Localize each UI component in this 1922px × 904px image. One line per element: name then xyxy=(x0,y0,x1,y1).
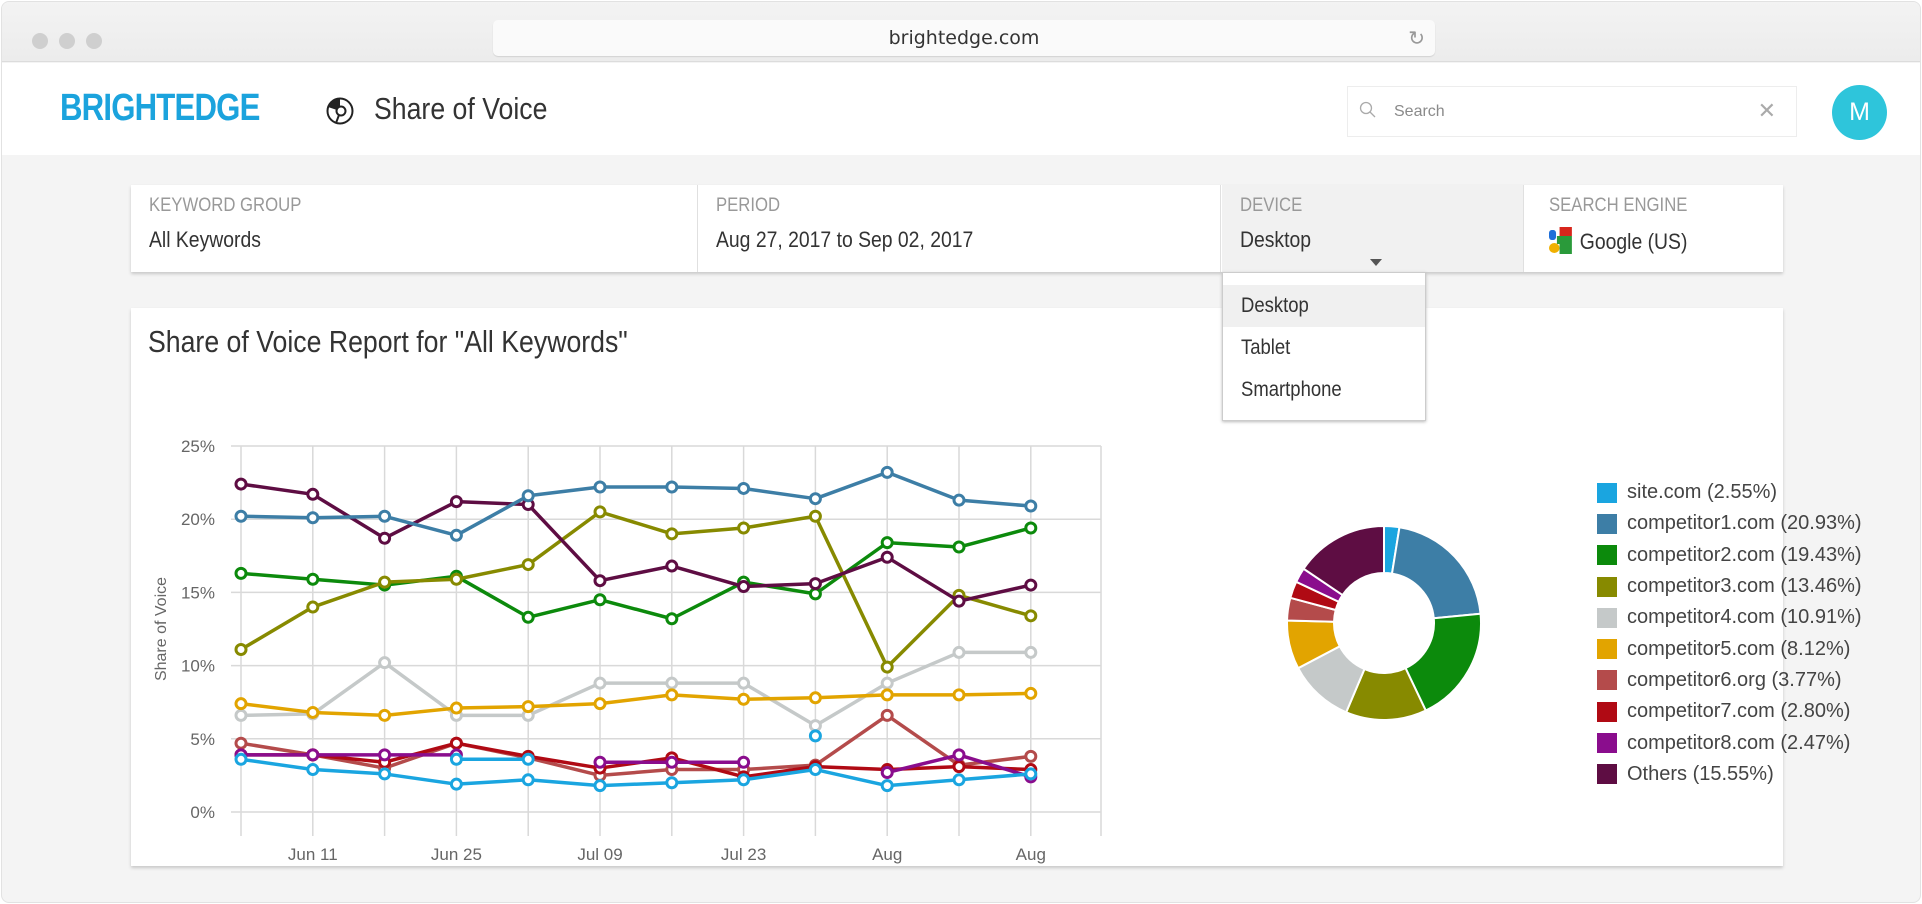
filter-label: SEARCH ENGINE xyxy=(1549,195,1688,216)
legend-label: competitor7.com (2.80%) xyxy=(1627,700,1851,723)
legend-label: competitor2.com (19.43%) xyxy=(1627,543,1862,566)
user-avatar[interactable]: M xyxy=(1832,85,1887,140)
dropdown-option-tablet[interactable]: Tablet xyxy=(1223,327,1425,369)
filter-label: DEVICE xyxy=(1240,195,1303,216)
filter-bar: KEYWORD GROUP All Keywords PERIOD Aug 27… xyxy=(131,185,1783,272)
donut-chart xyxy=(1286,524,1482,721)
legend-item[interactable]: competitor4.com (10.91%) xyxy=(1597,602,1862,633)
filter-period[interactable]: PERIOD Aug 27, 2017 to Sep 02, 2017 xyxy=(698,185,1221,272)
legend-label: Others (15.55%) xyxy=(1627,762,1774,785)
legend-item[interactable]: Others (15.55%) xyxy=(1597,759,1862,790)
brightedge-logo[interactable]: BRIGHTEDGE xyxy=(60,87,260,130)
window-minimize-button[interactable] xyxy=(59,33,75,49)
legend-swatch xyxy=(1597,545,1617,566)
legend-item[interactable]: competitor3.com (13.46%) xyxy=(1597,571,1862,602)
legend-swatch xyxy=(1597,639,1617,660)
legend-swatch xyxy=(1597,764,1617,785)
browser-titlebar: brightedge.com ↻ xyxy=(2,2,1920,62)
donut-slice-competitor1-com[interactable] xyxy=(1390,526,1482,620)
legend-item[interactable]: site.com (2.55%) xyxy=(1597,477,1862,508)
legend-label: competitor8.com (2.47%) xyxy=(1627,731,1851,754)
legend-label: competitor4.com (10.91%) xyxy=(1627,606,1862,629)
filter-value: Aug 27, 2017 to Sep 02, 2017 xyxy=(716,227,974,252)
search-engine-name: Google (US) xyxy=(1579,229,1688,254)
google-icon xyxy=(1549,227,1572,254)
legend-swatch xyxy=(1597,576,1617,597)
dropdown-option-desktop[interactable]: Desktop xyxy=(1223,285,1425,327)
legend-item[interactable]: competitor8.com (2.47%) xyxy=(1597,727,1862,758)
legend-swatch xyxy=(1597,607,1617,628)
legend-label: competitor6.org (3.77%) xyxy=(1627,668,1842,691)
legend-swatch xyxy=(1597,482,1617,503)
address-bar[interactable]: brightedge.com ↻ xyxy=(493,20,1435,56)
filter-value: Google (US) xyxy=(1549,227,1739,255)
legend-swatch xyxy=(1597,701,1617,722)
reload-icon[interactable]: ↻ xyxy=(1408,20,1425,56)
legend-item[interactable]: competitor1.com (20.93%) xyxy=(1597,508,1862,539)
legend-swatch xyxy=(1597,733,1617,754)
page-title: Share of Voice xyxy=(374,91,548,126)
legend-label: competitor3.com (13.46%) xyxy=(1627,575,1862,598)
device-dropdown-menu: Desktop Tablet Smartphone xyxy=(1222,272,1426,421)
search-box: ✕ xyxy=(1347,86,1797,137)
share-of-voice-icon xyxy=(326,97,354,125)
url-text: brightedge.com xyxy=(888,27,1040,49)
legend-swatch xyxy=(1597,670,1617,691)
filter-value: Desktop xyxy=(1240,227,1312,252)
search-icon xyxy=(1359,101,1376,118)
app-header: BRIGHTEDGE Share of Voice ✕ M xyxy=(2,63,1920,155)
window-maximize-button[interactable] xyxy=(86,33,102,49)
filter-search-engine[interactable]: SEARCH ENGINE Google (US) xyxy=(1531,185,1783,272)
legend-label: site.com (2.55%) xyxy=(1627,481,1778,504)
donut-legend: site.com (2.55%) competitor1.com (20.93%)… xyxy=(1597,477,1862,790)
search-input[interactable] xyxy=(1394,97,1734,127)
window-close-button[interactable] xyxy=(32,33,48,49)
legend-item[interactable]: competitor7.com (2.80%) xyxy=(1597,696,1862,727)
legend-swatch xyxy=(1597,513,1617,534)
filter-label: KEYWORD GROUP xyxy=(149,195,302,216)
dropdown-option-smartphone[interactable]: Smartphone xyxy=(1223,369,1425,411)
legend-label: competitor5.com (8.12%) xyxy=(1627,637,1851,660)
filter-label: PERIOD xyxy=(716,195,781,216)
filter-value: All Keywords xyxy=(149,227,261,252)
filter-device[interactable]: DEVICE Desktop xyxy=(1222,185,1524,272)
filter-keyword-group[interactable]: KEYWORD GROUP All Keywords xyxy=(131,185,698,272)
legend-label: competitor1.com (20.93%) xyxy=(1627,512,1862,535)
clear-search-icon[interactable]: ✕ xyxy=(1758,98,1776,124)
legend-item[interactable]: competitor6.org (3.77%) xyxy=(1597,665,1862,696)
legend-item[interactable]: competitor2.com (19.43%) xyxy=(1597,540,1862,571)
caret-down-icon[interactable] xyxy=(1370,259,1382,266)
report-card: Share of Voice Report for "All Keywords"… xyxy=(131,308,1862,866)
legend-item[interactable]: competitor5.com (8.12%) xyxy=(1597,633,1862,664)
